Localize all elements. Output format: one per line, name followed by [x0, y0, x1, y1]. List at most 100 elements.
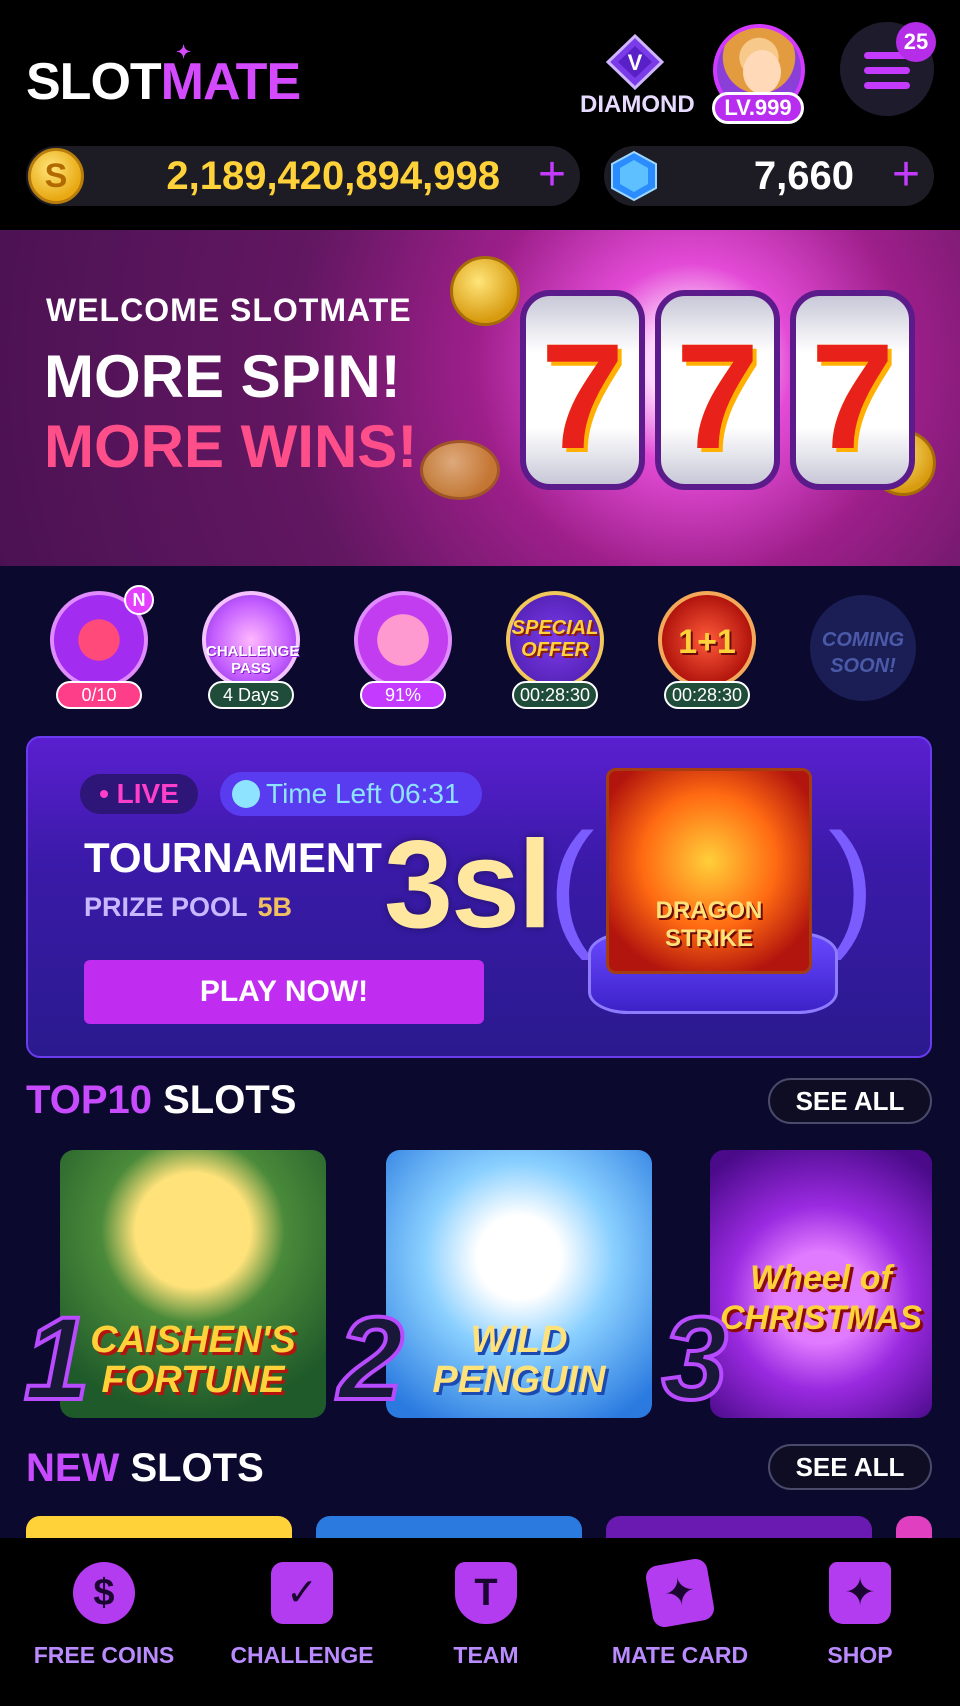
top-bar: SLOTMATE ✦ V DIAMOND LV.999 25 S 2,189,4…: [0, 0, 960, 230]
diamond-gem-icon: V: [605, 33, 665, 91]
laurel-right-icon: ): [828, 804, 875, 961]
sparkle-icon: ✦: [176, 42, 191, 62]
new-slot-card[interactable]: [316, 1516, 582, 1538]
quick-special-offer[interactable]: SPECIAL OFFER 00:28:30: [494, 585, 614, 715]
app-logo: SLOTMATE ✦: [26, 42, 301, 112]
top10-see-all-button[interactable]: SEE ALL: [768, 1078, 932, 1124]
dollar-icon: $: [73, 1562, 135, 1624]
nav-label: FREE COINS: [33, 1642, 175, 1668]
nav-team[interactable]: T TEAM: [396, 1562, 576, 1682]
nav-mate-card[interactable]: ✦ MATE CARD: [590, 1557, 770, 1682]
new-slots-see-all-button[interactable]: SEE ALL: [768, 1444, 932, 1490]
special-offer-label: SPECIAL OFFER: [511, 617, 599, 661]
dragon-strike-game-card[interactable]: DRAGON STRIKE: [606, 768, 812, 974]
level-badge: LV.999: [712, 92, 804, 124]
rank-number: 3: [660, 1293, 730, 1425]
quick-piggy-bank[interactable]: 91%: [342, 585, 462, 715]
slot-card-wild-penguin[interactable]: WILD PENGUIN: [386, 1150, 652, 1418]
shield-t-icon: T: [455, 1562, 517, 1624]
time-left-badge: Time Left 06:31: [220, 772, 482, 816]
tournament-title: TOURNAMENT: [84, 834, 382, 881]
top10-title-highlight: TOP10: [26, 1078, 152, 1122]
rank-number: 1: [22, 1293, 92, 1425]
slot-reels-graphic: 7 7 7: [520, 270, 920, 510]
new-slot-card[interactable]: [26, 1516, 292, 1538]
coin-balance: S 2,189,420,894,998 +: [26, 146, 580, 206]
logo-text-slot: SLOT: [26, 53, 162, 111]
challenge-pass-label: CHALLENGE PASS: [206, 643, 300, 677]
coin-amount: 2,189,420,894,998: [166, 154, 500, 198]
dragon-strike-title: DRAGON STRIKE: [655, 897, 763, 952]
prize-pool-value: 5B: [257, 892, 293, 922]
banner-welcome-text: WELCOME SLOTMATE: [46, 292, 412, 328]
play-now-button[interactable]: PLAY NOW!: [84, 960, 484, 1024]
special-offer-tag: 00:28:30: [512, 681, 598, 709]
blue-gem-icon: [611, 150, 657, 202]
challenge-pass-tag: 4 Days: [208, 681, 294, 709]
add-coins-button[interactable]: +: [538, 150, 566, 200]
shopping-bag-icon: ✦: [829, 1562, 891, 1624]
tv-rewards-tag: 0/10: [56, 681, 142, 709]
ticket-star-icon: CHALLENGE PASS: [202, 591, 300, 689]
tournament-card[interactable]: • LIVE Time Left 06:31 TOURNAMENT PRIZE …: [26, 736, 932, 1058]
nav-shop[interactable]: ✦ SHOP: [770, 1562, 950, 1682]
reel-2: 7: [655, 290, 780, 490]
new-slots-title-highlight: NEW: [26, 1446, 120, 1490]
piggy-bank-tag: 91%: [360, 681, 446, 709]
one-plus-one-label: 1+1: [678, 623, 736, 661]
diamond-rank-badge[interactable]: V DIAMOND: [580, 33, 695, 118]
slot-card-wheel-of-christmas[interactable]: Wheel of CHRISTMAS: [710, 1150, 932, 1418]
promo-banner[interactable]: WELCOME SLOTMATE MORE SPIN! MORE WINS! 7…: [0, 230, 960, 566]
cards-icon: ✦: [644, 1557, 716, 1629]
add-gems-button[interactable]: +: [892, 150, 920, 200]
avatar-face: [743, 50, 781, 94]
reel-3: 7: [790, 290, 915, 490]
slot-name: CAISHEN'S FORTUNE: [90, 1319, 296, 1401]
slot-card-caishen[interactable]: CAISHEN'S FORTUNE: [60, 1150, 326, 1418]
nav-label: MATE CARD: [611, 1642, 749, 1668]
special-offer-icon: SPECIAL OFFER: [506, 591, 604, 689]
bottom-navigation: $ FREE COINS ✓ CHALLENGE T TEAM ✦ MATE C…: [0, 1538, 960, 1706]
rank-label: DIAMOND: [580, 91, 695, 118]
coin-icon: S: [28, 148, 84, 204]
rank-number: 2: [336, 1293, 406, 1425]
new-slot-card[interactable]: [896, 1516, 932, 1538]
prize-pool: PRIZE POOL 5B: [84, 892, 292, 923]
coin-decoration: [420, 440, 500, 500]
nav-label: CHALLENGE: [230, 1642, 374, 1668]
slot-name: Wheel of CHRISTMAS: [719, 1259, 923, 1337]
one-plus-one-tag: 00:28:30: [664, 681, 750, 709]
nav-label: TEAM: [453, 1642, 519, 1668]
nav-challenge[interactable]: ✓ CHALLENGE: [212, 1562, 392, 1682]
time-left-text: Time Left 06:31: [266, 778, 460, 809]
banner-headline-2: MORE WINS!: [44, 413, 418, 480]
new-badge: N: [124, 585, 154, 615]
reel-1: 7: [520, 290, 645, 490]
quick-one-plus-one[interactable]: 1+1 00:28:30: [646, 585, 766, 715]
coming-soon-badge: COMING SOON!: [810, 595, 916, 701]
gem-balance: 7,660 +: [604, 146, 934, 206]
new-slots-section-title: NEW SLOTS: [26, 1446, 264, 1491]
svg-text:V: V: [628, 50, 643, 75]
new-slot-card[interactable]: [606, 1516, 872, 1538]
gift-chest-icon: 1+1: [658, 591, 756, 689]
piggy-bank-icon: [354, 591, 452, 689]
clock-icon: [232, 780, 260, 808]
top10-title-rest: SLOTS: [152, 1078, 297, 1122]
slot-name: WILD PENGUIN: [432, 1319, 606, 1401]
banner-headline-1: MORE SPIN!: [44, 343, 401, 410]
calendar-check-icon: ✓: [271, 1562, 333, 1624]
new-slots-title-rest: SLOTS: [119, 1446, 264, 1490]
nav-free-coins[interactable]: $ FREE COINS: [14, 1562, 194, 1682]
nav-label: SHOP: [827, 1642, 893, 1668]
quick-tv-rewards[interactable]: N 0/10: [38, 585, 158, 715]
quick-challenge-pass[interactable]: CHALLENGE PASS 4 Days: [190, 585, 310, 715]
overlay-text: 3sl: [384, 816, 552, 954]
gem-amount: 7,660: [753, 154, 854, 198]
notification-count-badge: 25: [896, 22, 936, 62]
coin-decoration: [450, 256, 520, 326]
live-badge: • LIVE: [80, 774, 198, 814]
hamburger-icon: [864, 52, 910, 97]
prize-pool-label: PRIZE POOL: [84, 892, 248, 922]
top10-section-title: TOP10 SLOTS: [26, 1078, 296, 1123]
